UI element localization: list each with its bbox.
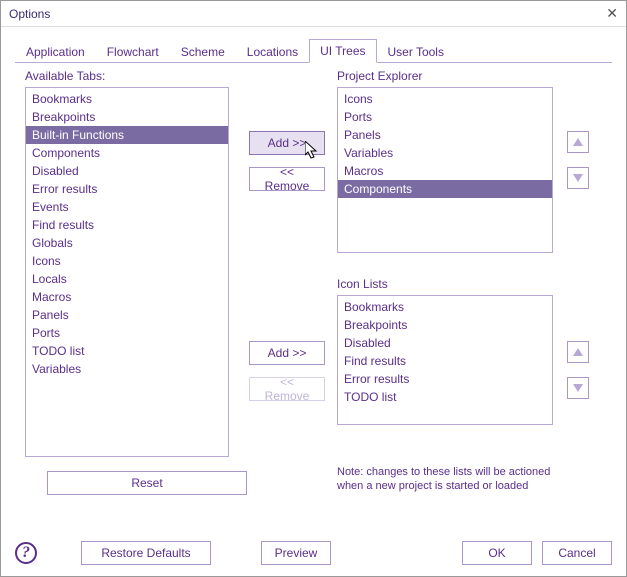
move-down-pe-button[interactable] [567,167,589,189]
list-item[interactable]: Locals [26,270,228,288]
list-item[interactable]: Events [26,198,228,216]
list-item[interactable]: Ports [26,324,228,342]
reset-button[interactable]: Reset [47,471,247,495]
note-text: Note: changes to these lists will be act… [337,465,597,493]
available-tabs-list[interactable]: BookmarksBreakpointsBuilt-in FunctionsCo… [25,87,229,457]
list-item[interactable]: Globals [26,234,228,252]
triangle-up-icon [573,348,583,356]
preview-button[interactable]: Preview [261,541,331,565]
close-icon[interactable]: ✕ [606,5,618,22]
list-item[interactable]: Variables [338,144,552,162]
move-down-il-button[interactable] [567,377,589,399]
titlebar: Options ✕ [1,1,626,27]
list-item[interactable]: Disabled [338,334,552,352]
add-to-icon-lists-button[interactable]: Add >> [249,341,325,365]
note-line1: Note: changes to these lists will be act… [337,465,597,479]
list-item[interactable]: Breakpoints [26,108,228,126]
project-explorer-list[interactable]: IconsPortsPanelsVariablesMacrosComponent… [337,87,553,253]
list-item[interactable]: Macros [26,288,228,306]
icon-lists-list[interactable]: BookmarksBreakpointsDisabledFind results… [337,295,553,425]
list-item[interactable]: Panels [338,126,552,144]
restore-defaults-button[interactable]: Restore Defaults [81,541,211,565]
list-item[interactable]: Error results [26,180,228,198]
list-item[interactable]: Components [338,180,552,198]
list-item[interactable]: Error results [338,370,552,388]
list-item[interactable]: Built-in Functions [26,126,228,144]
tab-bar: Application Flowchart Scheme Locations U… [15,37,612,63]
cancel-button[interactable]: Cancel [542,541,612,565]
ok-button[interactable]: OK [462,541,532,565]
tab-locations[interactable]: Locations [236,40,309,63]
window-title: Options [9,7,50,21]
triangle-up-icon [573,138,583,146]
list-item[interactable]: Variables [26,360,228,378]
available-tabs-label: Available Tabs: [25,69,105,83]
note-line2: when a new project is started or loaded [337,479,597,493]
list-item[interactable]: TODO list [26,342,228,360]
list-item[interactable]: Icons [26,252,228,270]
list-item[interactable]: TODO list [338,388,552,406]
list-item[interactable]: Disabled [26,162,228,180]
list-item[interactable]: Bookmarks [338,298,552,316]
tab-scheme[interactable]: Scheme [170,40,236,63]
add-to-project-explorer-button[interactable]: Add >> [249,131,325,155]
tab-flowchart[interactable]: Flowchart [96,40,170,63]
move-up-pe-button[interactable] [567,131,589,153]
options-window: Options ✕ Application Flowchart Scheme L… [0,0,627,577]
list-item[interactable]: Components [26,144,228,162]
dialog-footer: ? Restore Defaults Preview OK Cancel [1,530,626,576]
remove-from-icon-lists-button: << Remove [249,377,325,401]
move-up-il-button[interactable] [567,341,589,363]
help-icon[interactable]: ? [15,542,37,564]
triangle-down-icon [573,384,583,392]
triangle-down-icon [573,174,583,182]
list-item[interactable]: Bookmarks [26,90,228,108]
tab-user-tools[interactable]: User Tools [377,40,455,63]
tab-application[interactable]: Application [15,40,96,63]
list-item[interactable]: Breakpoints [338,316,552,334]
remove-from-project-explorer-button[interactable]: << Remove [249,167,325,191]
project-explorer-label: Project Explorer [337,69,422,83]
icon-lists-label: Icon Lists [337,277,388,291]
list-item[interactable]: Ports [338,108,552,126]
list-item[interactable]: Find results [338,352,552,370]
list-item[interactable]: Macros [338,162,552,180]
tab-ui-trees[interactable]: UI Trees [309,39,376,63]
list-item[interactable]: Icons [338,90,552,108]
list-item[interactable]: Find results [26,216,228,234]
list-item[interactable]: Panels [26,306,228,324]
